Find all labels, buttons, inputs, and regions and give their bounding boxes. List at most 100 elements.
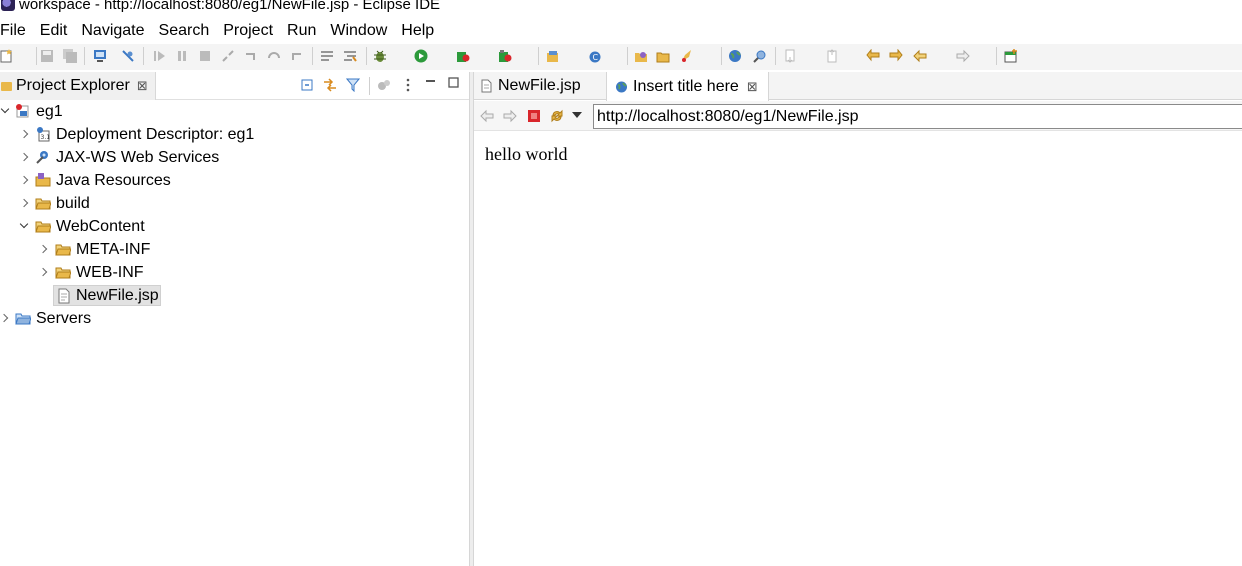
refresh-icon[interactable] [550,109,564,123]
maximize-icon[interactable] [447,76,461,90]
last-edit-location-icon[interactable] [866,49,880,63]
previous-annotation-icon[interactable] [826,49,840,63]
tab-label: Insert title here [633,77,739,95]
expand-toggle[interactable] [19,198,29,208]
tab-newfile-jsp[interactable]: NewFile.jsp [480,72,581,100]
collapse-all-icon[interactable] [301,78,315,92]
back-icon[interactable] [913,49,927,63]
step-return-icon[interactable] [290,49,304,63]
toolbar-separator [775,47,776,65]
chevron-down-icon[interactable] [572,111,582,119]
menu-help[interactable]: Help [394,22,441,40]
jsp-file-icon [58,288,70,304]
tree-item-build[interactable]: build [0,192,469,215]
folder-icon [15,313,31,325]
new-icon[interactable] [0,49,14,63]
view-menu-icon[interactable] [401,78,415,92]
new-java-project-icon[interactable] [546,49,560,63]
tree-item-label: WebContent [56,217,145,235]
tree-item-label: eg1 [36,102,63,120]
tree-item-eg1[interactable]: eg1 [0,100,469,123]
save-all-icon[interactable] [63,49,77,63]
terminal-icon[interactable] [93,49,107,63]
window-title: workspace - http://localhost:8080/eg1/Ne… [19,0,441,13]
filter-icon[interactable] [346,78,360,92]
skip-breakpoints-icon[interactable] [121,49,135,63]
toolbar-separator [366,47,367,65]
next-annotation-icon[interactable] [784,49,798,63]
external-tools-icon[interactable] [498,49,512,63]
run-icon[interactable] [414,49,428,63]
tree-item-web-inf[interactable]: WEB-INF [0,261,469,284]
menu-window[interactable]: Window [323,22,394,40]
use-step-filters-icon[interactable] [343,49,357,63]
focus-icon[interactable] [377,78,391,92]
project-explorer-icon [1,81,12,91]
coverage-icon[interactable] [456,49,470,63]
expand-toggle[interactable] [38,267,48,277]
toolbar-separator [143,47,144,65]
minimize-icon[interactable] [424,76,438,90]
tree-item-label: META-INF [76,240,151,258]
launch-icon[interactable] [680,49,694,63]
expand-toggle[interactable] [19,152,29,162]
folder-icon [55,244,71,256]
tree-item-servers[interactable]: Servers [0,307,469,330]
new-class-icon[interactable]: C [588,49,602,63]
stop-icon[interactable] [527,109,541,123]
search-icon[interactable] [753,49,767,63]
svg-text:C: C [593,53,599,62]
tree-item-deployment-descriptor[interactable]: 3.1 Deployment Descriptor: eg1 [0,123,469,146]
tree-item-label: NewFile.jsp [76,286,159,304]
menu-navigate[interactable]: Navigate [74,22,151,40]
web-browser-icon[interactable] [728,49,742,63]
link-with-editor-icon[interactable] [323,78,337,92]
tree-item-meta-inf[interactable]: META-INF [0,238,469,261]
step-into-icon[interactable] [244,49,258,63]
open-perspective-icon[interactable] [1004,49,1018,63]
expand-toggle[interactable] [0,313,9,323]
save-icon[interactable] [40,49,54,63]
drop-to-frame-icon[interactable] [320,49,334,63]
resume-icon[interactable] [152,49,166,63]
menu-file[interactable]: File [0,22,33,40]
debug-icon[interactable] [373,49,387,63]
step-over-icon[interactable] [267,49,281,63]
close-icon[interactable]: ⊠ [747,79,758,95]
tree-item-jax-ws[interactable]: JAX-WS Web Services [0,146,469,169]
toolbar-separator [627,47,628,65]
title-bar: workspace - http://localhost:8080/eg1/Ne… [0,0,1242,14]
terminate-icon[interactable] [198,49,212,63]
close-icon[interactable]: ⊠ [137,78,148,94]
tree-item-newfile-jsp[interactable]: NewFile.jsp [0,284,469,307]
editor-area: NewFile.jsp Insert title here ⊠ http://l… [474,72,1242,566]
tree-item-java-resources[interactable]: Java Resources [0,169,469,192]
expand-toggle[interactable] [19,175,29,185]
menu-run[interactable]: Run [280,22,323,40]
menu-edit[interactable]: Edit [33,22,75,40]
project-explorer-header: Project Explorer ⊠ [0,72,469,100]
expand-toggle[interactable] [0,106,10,116]
forward-icon[interactable] [956,49,970,63]
tab-insert-title-here[interactable]: Insert title here ⊠ [606,72,769,101]
browser-toolbar: http://localhost:8080/eg1/NewFile.jsp [474,101,1242,131]
next-edit-icon[interactable] [889,49,903,63]
expand-toggle[interactable] [19,221,29,231]
suspend-icon[interactable] [175,49,189,63]
menu-project[interactable]: Project [216,22,280,40]
browser-page-content: hello world [485,144,568,164]
toolbar-separator [538,47,539,65]
back-icon[interactable] [480,109,494,123]
forward-icon[interactable] [503,109,517,123]
open-type-icon[interactable] [634,49,648,63]
tree-item-webcontent[interactable]: WebContent [0,215,469,238]
disconnect-icon[interactable] [221,49,235,63]
project-explorer-tab[interactable]: Project Explorer ⊠ [0,72,156,100]
expand-toggle[interactable] [19,129,29,139]
web-services-icon [36,151,48,164]
menu-search[interactable]: Search [152,22,217,40]
url-input[interactable]: http://localhost:8080/eg1/NewFile.jsp [593,104,1242,129]
open-resource-icon[interactable] [656,49,670,63]
tree-item-label: build [56,194,90,212]
expand-toggle[interactable] [38,244,48,254]
